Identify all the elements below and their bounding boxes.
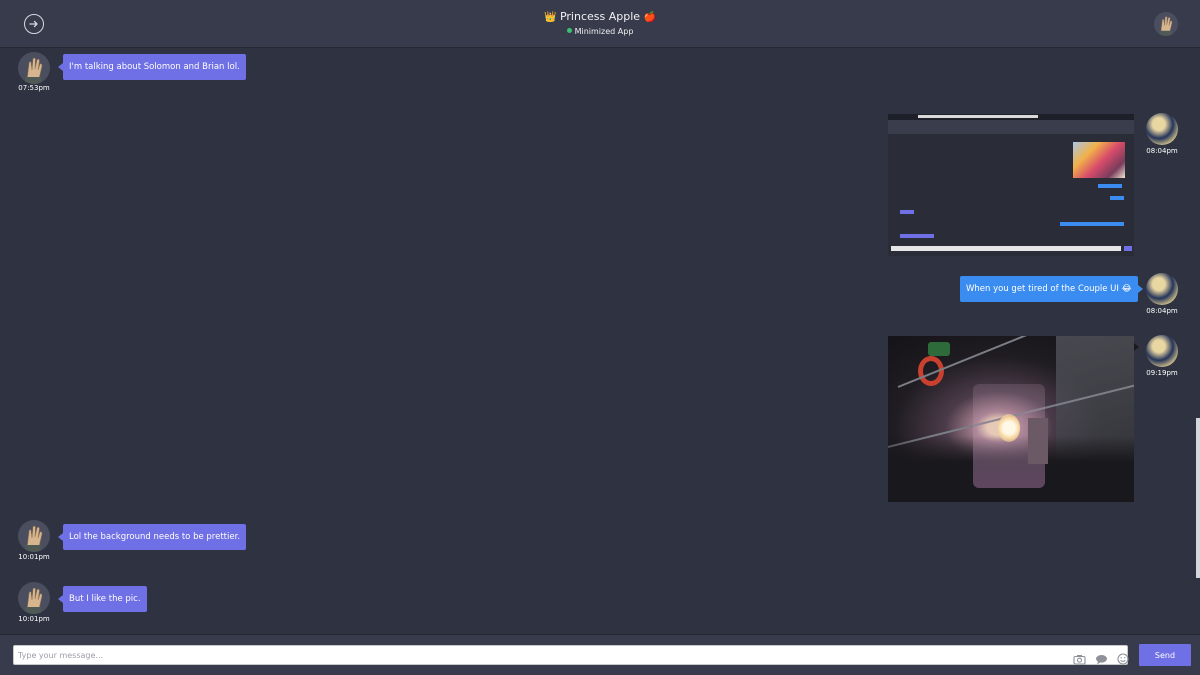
smiley-icon[interactable] (1117, 650, 1129, 669)
message-timestamp: 10:01pm (18, 615, 50, 623)
sent-image-candle-photo[interactable] (888, 336, 1134, 502)
waving-hand-avatar-icon (25, 587, 43, 614)
crown-icon: 👑 (544, 12, 557, 23)
screenshot-flower-image (1073, 142, 1125, 178)
message-timestamp: 07:53pm (18, 84, 50, 92)
apple-icon: 🍎 (643, 12, 656, 23)
photo-object (928, 342, 950, 356)
contact-avatar[interactable] (18, 582, 50, 614)
waving-hand-avatar-icon (25, 525, 43, 552)
sent-image-screenshot[interactable] (888, 114, 1134, 256)
screenshot-bubble (900, 234, 934, 238)
camera-icon[interactable] (1073, 650, 1086, 669)
screenshot-send (1124, 246, 1132, 251)
sent-message-bubble[interactable]: When you get tired of the Couple UI 😂 (960, 276, 1143, 302)
waving-hand-avatar-icon (25, 57, 43, 84)
composer-icons (1073, 649, 1133, 665)
screenshot-bubble (900, 210, 914, 214)
my-avatar[interactable] (1146, 273, 1178, 305)
contact-status: Minimized App (0, 26, 1200, 37)
my-avatar[interactable] (1146, 335, 1178, 367)
online-status-dot (566, 28, 572, 33)
message-timestamp: 08:04pm (1146, 307, 1178, 315)
photo-candle-flame (998, 414, 1020, 442)
contact-avatar[interactable] (18, 520, 50, 552)
received-message-bubble[interactable]: But I like the pic. (58, 586, 147, 612)
contact-avatar[interactable] (18, 52, 50, 84)
message-input[interactable] (13, 645, 1128, 665)
message-timestamp: 08:04pm (1146, 147, 1178, 155)
send-button[interactable]: Send (1139, 644, 1191, 666)
scrollbar-thumb[interactable] (1196, 418, 1200, 578)
message-timestamp: 10:01pm (18, 553, 50, 561)
contact-name: Princess Apple (559, 10, 641, 23)
screenshot-input (891, 246, 1121, 251)
composer-bar: Send (0, 634, 1200, 675)
received-message-bubble[interactable]: I'm talking about Solomon and Brian lol. (58, 54, 246, 80)
screenshot-bubble (1110, 196, 1124, 200)
photo-candle-label (1028, 418, 1048, 464)
waving-hand-avatar-icon (1159, 16, 1173, 36)
speech-bubble-icon[interactable] (1095, 650, 1108, 669)
message-timestamp: 09:19pm (1146, 369, 1178, 377)
contact-avatar[interactable] (1154, 12, 1178, 36)
chat-title-block: 👑 Princess Apple 🍎 Minimized App (0, 10, 1200, 37)
chat-header: 👑 Princess Apple 🍎 Minimized App (0, 0, 1200, 48)
chat-title: 👑 Princess Apple 🍎 (0, 10, 1200, 25)
screenshot-bubble (1098, 184, 1122, 188)
my-avatar[interactable] (1146, 113, 1178, 145)
bubble-pointer (1134, 343, 1139, 351)
status-text: Minimized App (574, 27, 634, 36)
received-message-bubble[interactable]: Lol the background needs to be prettier. (57, 524, 247, 550)
screenshot-bubble (1060, 222, 1124, 226)
screenshot-app-header (888, 120, 1134, 134)
